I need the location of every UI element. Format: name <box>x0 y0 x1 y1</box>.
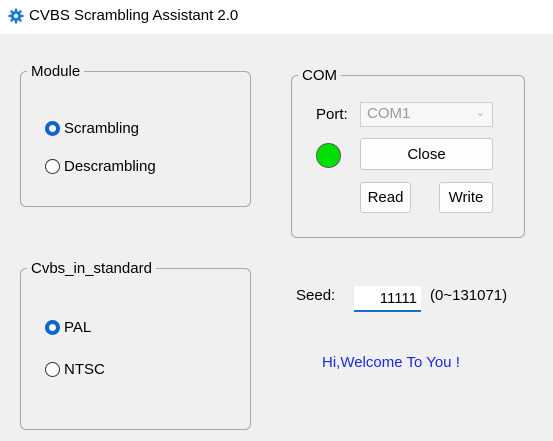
ntsc-radio[interactable]: NTSC <box>45 361 105 378</box>
read-button[interactable]: Read <box>360 182 411 213</box>
radio-indicator <box>45 159 60 174</box>
seed-label: Seed: <box>296 287 336 304</box>
radio-indicator <box>45 362 60 377</box>
close-button[interactable]: Close <box>360 138 493 170</box>
window-title: CVBS Scrambling Assistant 2.0 <box>29 7 239 24</box>
title-bar: CVBS Scrambling Assistant 2.0 <box>0 0 553 34</box>
port-label: Port: <box>316 106 348 123</box>
scrambling-radio[interactable]: Scrambling <box>45 120 139 137</box>
descrambling-radio[interactable]: Descrambling <box>45 158 156 175</box>
standard-group: Cvbs_in_standard <box>20 260 251 430</box>
standard-legend: Cvbs_in_standard <box>31 260 152 277</box>
seed-input[interactable] <box>354 286 421 312</box>
write-button[interactable]: Write <box>439 182 493 213</box>
port-select[interactable]: COM1 ⌄ <box>360 102 493 127</box>
radio-indicator <box>45 320 60 335</box>
port-value: COM1 <box>367 105 411 122</box>
connection-status-indicator <box>316 143 341 168</box>
gear-icon <box>8 8 24 24</box>
pal-label: PAL <box>64 319 92 336</box>
chevron-down-icon: ⌄ <box>475 107 485 119</box>
scrambling-label: Scrambling <box>64 120 140 137</box>
module-legend: Module <box>31 63 81 80</box>
descrambling-label: Descrambling <box>64 158 156 175</box>
radio-indicator <box>45 121 60 136</box>
seed-range: (0~131071) <box>430 287 508 304</box>
welcome-message: Hi,Welcome To You ! <box>322 354 460 371</box>
ntsc-label: NTSC <box>64 361 105 378</box>
com-legend: COM <box>302 67 337 84</box>
pal-radio[interactable]: PAL <box>45 319 91 336</box>
